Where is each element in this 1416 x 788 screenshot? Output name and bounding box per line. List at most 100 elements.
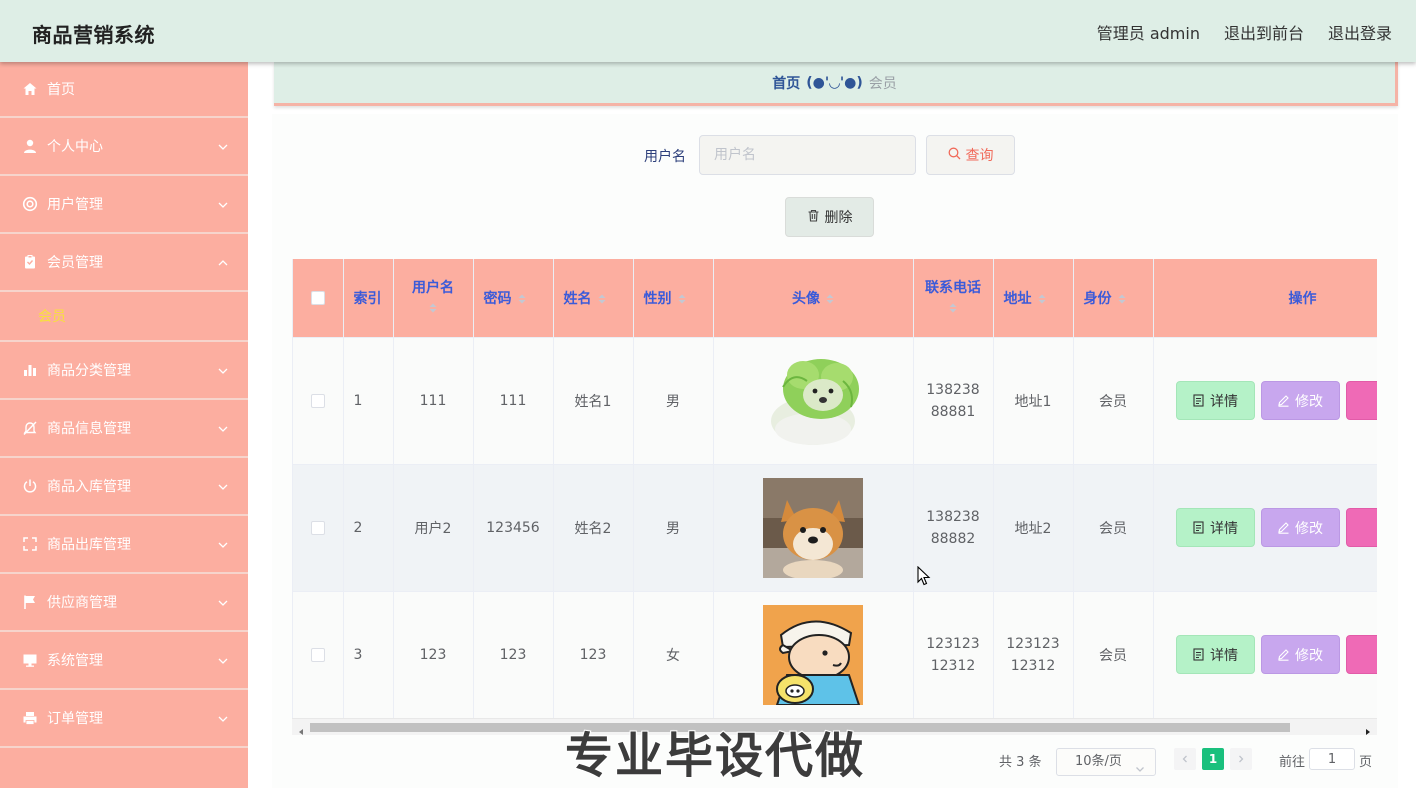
column-header-username[interactable]: 用户名 xyxy=(393,259,474,338)
search-input[interactable] xyxy=(699,135,916,175)
detail-button[interactable]: 详情 xyxy=(1175,635,1255,674)
sidebar-item-category-management[interactable]: 商品分类管理 xyxy=(0,342,248,400)
goto-label: 前往 xyxy=(1279,755,1306,770)
detail-button[interactable]: 详情 xyxy=(1175,508,1255,547)
sort-icon[interactable] xyxy=(598,293,606,305)
bar-chart-icon xyxy=(22,362,38,378)
sort-icon[interactable] xyxy=(949,300,957,313)
select-all-checkbox[interactable] xyxy=(310,290,325,305)
cell-address: 12312312312 xyxy=(993,591,1074,718)
edit-button[interactable]: 修改 xyxy=(1260,635,1340,674)
cell-actions: 详情 修改 xyxy=(1153,591,1377,718)
page-size-select[interactable]: 10条/页 xyxy=(1056,748,1156,776)
shiba-dog-avatar[interactable] xyxy=(763,477,863,578)
member-table: 索引 用户名 密码 姓名 性别 头像 联系电话 地址 身份 操作 1 111 1… xyxy=(292,259,1377,718)
sidebar-item-stock-in-management[interactable]: 商品入库管理 xyxy=(0,458,248,516)
column-header-address[interactable]: 地址 xyxy=(993,259,1074,338)
sidebar-item-product-info-management[interactable]: 商品信息管理 xyxy=(0,400,248,458)
column-header-phone[interactable]: 联系电话 xyxy=(913,259,994,338)
edit-button[interactable]: 修改 xyxy=(1260,508,1340,547)
home-icon xyxy=(22,81,38,97)
row-checkbox[interactable] xyxy=(310,393,325,408)
sort-icon[interactable] xyxy=(1118,293,1126,305)
cell-role: 会员 xyxy=(1073,464,1154,592)
sort-icon[interactable] xyxy=(1038,293,1046,305)
row-checkbox[interactable] xyxy=(310,520,325,535)
cell-name: 姓名1 xyxy=(553,337,634,465)
sidebar-item-supplier-management[interactable]: 供应商管理 xyxy=(0,574,248,632)
bell-off-icon xyxy=(22,420,38,436)
row-checkbox[interactable] xyxy=(310,647,325,662)
chevron-down-icon xyxy=(218,480,228,490)
detail-button[interactable]: 详情 xyxy=(1175,381,1255,420)
cell-password: 123456 xyxy=(473,464,554,592)
scroll-left-icon[interactable] xyxy=(296,722,306,735)
sidebar-item-stock-out-management[interactable]: 商品出库管理 xyxy=(0,516,248,574)
sidebar-item-member-management[interactable]: 会员管理 xyxy=(0,234,248,292)
sidebar-item-system-management[interactable]: 系统管理 xyxy=(0,632,248,690)
breadcrumb-current: 会员 xyxy=(868,75,897,92)
cell-username: 用户2 xyxy=(393,464,474,592)
fullscreen-icon xyxy=(22,536,38,552)
column-header-name[interactable]: 姓名 xyxy=(553,259,634,338)
sort-icon[interactable] xyxy=(678,293,686,305)
next-page-button[interactable] xyxy=(1230,748,1252,770)
scroll-right-icon[interactable] xyxy=(1363,722,1373,735)
cell-name: 姓名2 xyxy=(553,464,634,592)
table-row: 3 123 123 123 女 12312312312 12312312312 … xyxy=(293,591,1377,718)
sidebar-item-label: 商品信息管理 xyxy=(47,421,131,437)
cell-password: 123 xyxy=(473,591,554,718)
user-icon xyxy=(22,138,38,154)
breadcrumb: 首页 (●'◡'●) 会员 xyxy=(274,62,1398,106)
chevron-down-icon xyxy=(218,712,228,722)
chevron-down-icon xyxy=(218,422,228,432)
column-header-role[interactable]: 身份 xyxy=(1073,259,1154,338)
edit-button[interactable]: 修改 xyxy=(1260,381,1340,420)
cell-username: 111 xyxy=(393,337,474,465)
sidebar: 首页 个人中心 用户管理 会员管理 会员 商品分类管理 商品信息管理 商品入库管… xyxy=(0,62,248,788)
search-icon xyxy=(948,147,961,164)
page-suffix: 页 xyxy=(1359,755,1373,770)
app-title: 商品营销系统 xyxy=(32,23,155,47)
chevron-left-icon xyxy=(1182,755,1187,763)
sidebar-item-label: 商品出库管理 xyxy=(47,537,131,553)
query-button-label: 查询 xyxy=(965,148,994,164)
column-header-index: 索引 xyxy=(343,259,394,338)
document-icon xyxy=(1193,394,1204,407)
sidebar-item-order-management[interactable]: 订单管理 xyxy=(0,690,248,748)
logout-link[interactable]: 退出登录 xyxy=(1328,20,1392,44)
sort-icon[interactable] xyxy=(429,300,437,313)
sidebar-subitem-member[interactable]: 会员 xyxy=(0,292,248,342)
prev-page-button[interactable] xyxy=(1174,748,1196,770)
sidebar-item-user-management[interactable]: 用户管理 xyxy=(0,176,248,234)
page-number-current[interactable]: 1 xyxy=(1202,748,1224,770)
sidebar-item-personal-center[interactable]: 个人中心 xyxy=(0,118,248,176)
cartoon-boy-avatar[interactable] xyxy=(763,604,863,705)
sort-icon[interactable] xyxy=(826,293,834,305)
sidebar-item-label: 系统管理 xyxy=(47,653,103,669)
query-button[interactable]: 查询 xyxy=(926,135,1015,175)
column-header-password[interactable]: 密码 xyxy=(473,259,554,338)
cell-username: 123 xyxy=(393,591,474,718)
goto-page-input[interactable] xyxy=(1309,748,1355,770)
row-select-cell xyxy=(293,337,344,465)
breadcrumb-home[interactable]: 首页 xyxy=(772,73,800,93)
printer-icon xyxy=(22,710,38,726)
row-delete-button[interactable] xyxy=(1345,508,1377,547)
cell-phone: 12312312312 xyxy=(913,591,994,718)
column-header-avatar[interactable]: 头像 xyxy=(713,259,914,338)
column-header-gender[interactable]: 性别 xyxy=(633,259,714,338)
monitor-icon xyxy=(22,652,38,668)
select-all-cell xyxy=(293,259,344,338)
to-front-link[interactable]: 退出到前台 xyxy=(1224,20,1304,44)
sidebar-item-label: 商品分类管理 xyxy=(47,363,131,379)
sidebar-item-home[interactable]: 首页 xyxy=(0,62,248,118)
sort-icon[interactable] xyxy=(518,293,526,305)
cabbage-dog-avatar[interactable] xyxy=(763,350,863,451)
delete-button[interactable]: 删除 xyxy=(785,197,874,237)
row-delete-button[interactable] xyxy=(1345,635,1377,674)
chevron-down-icon xyxy=(218,140,228,150)
cell-name: 123 xyxy=(553,591,634,718)
row-delete-button[interactable] xyxy=(1345,381,1377,420)
sidebar-item-label: 供应商管理 xyxy=(47,595,117,611)
